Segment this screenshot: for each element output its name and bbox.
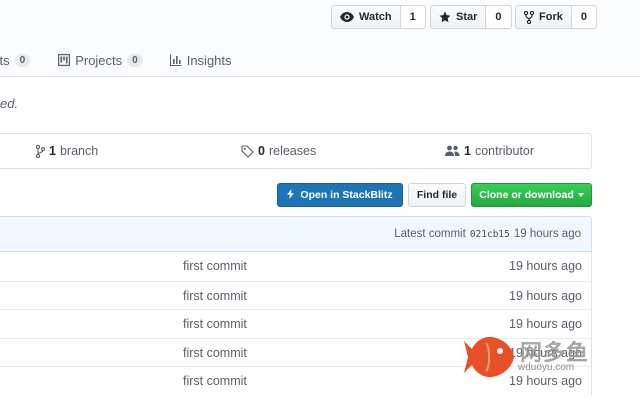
star-button[interactable]: Star [430, 5, 487, 29]
tab-pull-requests[interactable]: sts 0 [0, 52, 31, 68]
tab-label: Insights [186, 52, 232, 68]
watermark-logo: 网多鱼 wduoyu.com [462, 333, 594, 381]
star-group: Star 0 [430, 5, 512, 29]
open-in-stackblitz-button[interactable]: Open in StackBlitz [277, 183, 403, 207]
clone-label: Clone or download [479, 189, 574, 201]
commit-age: 19 hours ago [509, 317, 582, 332]
contributors-link[interactable]: 1 contributor [445, 134, 534, 168]
fork-label: Fork [539, 11, 563, 23]
tab-counter: 0 [14, 53, 31, 67]
branches-link[interactable]: 1 branch [36, 134, 98, 168]
releases-count: 0 [258, 144, 265, 158]
people-icon [445, 145, 460, 157]
tab-label: sts [0, 52, 10, 68]
branch-label: branch [59, 144, 99, 158]
tag-icon [241, 144, 254, 158]
fork-group: Fork 0 [515, 5, 597, 29]
commit-message-link[interactable]: first commit [183, 259, 247, 273]
commit-age: 19 hours ago [509, 259, 582, 273]
commit-sha-link[interactable]: 021cb15 [470, 229, 510, 240]
commit-message-link[interactable]: first commit [183, 346, 247, 360]
find-file-button[interactable]: Find file [408, 183, 466, 207]
commit-message-link[interactable]: first commit [183, 374, 247, 388]
table-row: first commit 19 hours ago [0, 280, 591, 310]
fish-icon [464, 336, 514, 378]
fork-count[interactable]: 0 [571, 5, 597, 29]
watch-label: Watch [359, 11, 392, 23]
numbers-summary: 1 branch 0 releases 1 contributor [0, 133, 592, 169]
latest-commit-age: 19 hours ago [513, 228, 581, 240]
star-label: Star [456, 11, 478, 23]
repo-tabs: sts 0 Projects 0 Insights [0, 50, 252, 70]
fork-icon [524, 10, 534, 24]
watch-count[interactable]: 1 [400, 5, 426, 29]
repo-description: ed. [0, 96, 19, 111]
graph-icon [169, 54, 182, 66]
tab-counter: 0 [127, 53, 143, 67]
commit-message-link[interactable]: first commit [183, 317, 247, 331]
watch-group: Watch 1 [331, 5, 426, 29]
chevron-down-icon [577, 193, 584, 197]
releases-label: releases [268, 144, 317, 158]
project-icon [58, 54, 71, 66]
stackblitz-label: Open in StackBlitz [300, 189, 393, 201]
lightning-icon [287, 188, 295, 202]
star-count[interactable]: 0 [486, 5, 512, 29]
clone-or-download-button[interactable]: Clone or download [471, 183, 592, 207]
latest-commit-bar: Latest commit 021cb15 19 hours ago [0, 216, 592, 252]
table-row: first commit 19 hours ago [0, 252, 591, 281]
commit-age: 19 hours ago [509, 288, 582, 303]
contributors-label: contributor [474, 144, 535, 158]
eye-icon [340, 12, 354, 22]
star-icon [439, 11, 451, 23]
watch-button[interactable]: Watch [331, 5, 401, 29]
releases-link[interactable]: 0 releases [241, 134, 316, 168]
branch-icon [36, 144, 45, 158]
tab-label: Projects [75, 52, 123, 68]
tab-projects[interactable]: Projects 0 [58, 53, 143, 68]
watermark-en: wduoyu.com [518, 362, 575, 373]
latest-commit-label: Latest commit [394, 228, 466, 240]
contributors-count: 1 [464, 144, 471, 158]
branch-count: 1 [49, 144, 56, 158]
tab-insights[interactable]: Insights [169, 52, 232, 68]
commit-message-link[interactable]: first commit [183, 289, 247, 303]
fork-button[interactable]: Fork [515, 5, 572, 29]
